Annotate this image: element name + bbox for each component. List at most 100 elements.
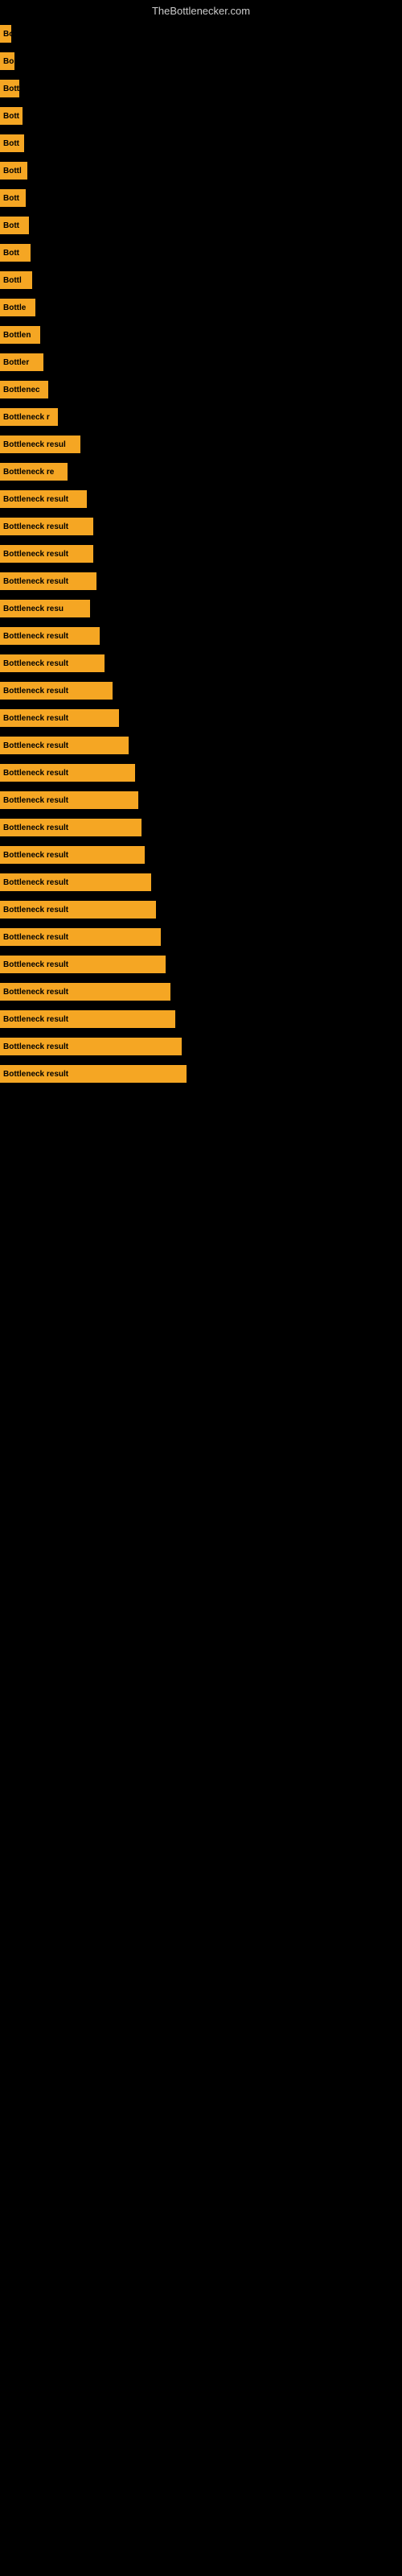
bar-7: Bott <box>0 217 29 234</box>
bar-item: Bottlenec <box>0 376 402 403</box>
bar-item: Bottleneck result <box>0 869 402 896</box>
bar-label-26: Bottleneck result <box>3 741 68 750</box>
bar-27: Bottleneck result <box>0 764 135 782</box>
bar-33: Bottleneck result <box>0 928 161 946</box>
bar-item: Bottleneck result <box>0 896 402 923</box>
bar-label-27: Bottleneck result <box>3 769 68 778</box>
bar-item: Bottleneck result <box>0 513 402 540</box>
bar-22: Bottleneck result <box>0 627 100 645</box>
bar-item: Bottleneck result <box>0 1005 402 1033</box>
bar-item: Bottleneck result <box>0 1060 402 1088</box>
bar-35: Bottleneck result <box>0 983 170 1001</box>
bar-item: Bott <box>0 184 402 212</box>
bar-31: Bottleneck result <box>0 873 151 891</box>
bar-label-10: Bottle <box>3 303 26 312</box>
bar-item: Bottlen <box>0 321 402 349</box>
bar-item: Bottleneck resu <box>0 595 402 622</box>
bar-9: Bottl <box>0 271 32 289</box>
bar-18: Bottleneck result <box>0 518 93 535</box>
bar-23: Bottleneck result <box>0 654 105 672</box>
bar-label-0: Bo <box>3 30 11 39</box>
bar-item: Bottleneck resul <box>0 431 402 458</box>
bar-label-14: Bottleneck r <box>3 413 50 422</box>
bar-item: Bottler <box>0 349 402 376</box>
bar-36: Bottleneck result <box>0 1010 175 1028</box>
bar-label-4: Bott <box>3 139 19 148</box>
bar-11: Bottlen <box>0 326 40 344</box>
bar-label-17: Bottleneck result <box>3 495 68 504</box>
bar-14: Bottleneck r <box>0 408 58 426</box>
bar-label-9: Bottl <box>3 276 22 285</box>
bar-item: Bo <box>0 20 402 47</box>
bar-label-33: Bottleneck result <box>3 933 68 942</box>
bar-label-19: Bottleneck result <box>3 550 68 559</box>
bar-label-38: Bottleneck result <box>3 1070 68 1079</box>
bar-item: Bottleneck result <box>0 759 402 786</box>
bar-item: Bottl <box>0 266 402 294</box>
bar-item: Bottl <box>0 157 402 184</box>
bar-label-7: Bott <box>3 221 19 230</box>
bar-30: Bottleneck result <box>0 846 145 864</box>
bar-item: Bottleneck result <box>0 540 402 568</box>
bar-item: Bottleneck re <box>0 458 402 485</box>
bar-item: Bott <box>0 239 402 266</box>
bar-item: Bottle <box>0 294 402 321</box>
bar-label-31: Bottleneck result <box>3 878 68 887</box>
bar-label-25: Bottleneck result <box>3 714 68 723</box>
bar-13: Bottlenec <box>0 381 48 398</box>
bar-21: Bottleneck resu <box>0 600 90 617</box>
bar-label-34: Bottleneck result <box>3 960 68 969</box>
bar-24: Bottleneck result <box>0 682 113 700</box>
bar-10: Bottle <box>0 299 35 316</box>
bar-label-18: Bottleneck result <box>3 522 68 531</box>
bar-item: Bottleneck r <box>0 403 402 431</box>
bar-label-6: Bott <box>3 194 19 203</box>
bar-item: Bottleneck result <box>0 568 402 595</box>
bar-16: Bottleneck re <box>0 463 68 481</box>
bar-label-20: Bottleneck result <box>3 577 68 586</box>
bar-label-24: Bottleneck result <box>3 687 68 696</box>
bar-label-8: Bott <box>3 249 19 258</box>
bar-item: Bottleneck result <box>0 622 402 650</box>
bar-label-29: Bottleneck result <box>3 824 68 832</box>
bar-34: Bottleneck result <box>0 956 166 973</box>
bars-container: Bo Bo Bott Bott Bott Bottl Bott Bott Bott Bottl Bo… <box>0 20 402 1088</box>
bar-item: Bottleneck result <box>0 951 402 978</box>
bar-item: Bottleneck result <box>0 704 402 732</box>
bar-label-37: Bottleneck result <box>3 1042 68 1051</box>
bar-6: Bott <box>0 189 26 207</box>
bar-label-28: Bottleneck result <box>3 796 68 805</box>
bar-item: Bottleneck result <box>0 814 402 841</box>
bar-item: Bottleneck result <box>0 786 402 814</box>
bar-label-30: Bottleneck result <box>3 851 68 860</box>
bar-item: Bottleneck result <box>0 485 402 513</box>
bar-item: Bottleneck result <box>0 650 402 677</box>
bar-4: Bott <box>0 134 24 152</box>
bar-1: Bo <box>0 52 14 70</box>
bar-38: Bottleneck result <box>0 1065 187 1083</box>
bar-17: Bottleneck result <box>0 490 87 508</box>
bar-label-1: Bo <box>3 57 14 66</box>
bar-label-23: Bottleneck result <box>3 659 68 668</box>
site-title: TheBottlenecker.com <box>0 0 402 20</box>
bar-28: Bottleneck result <box>0 791 138 809</box>
bar-item: Bott <box>0 130 402 157</box>
bar-label-36: Bottleneck result <box>3 1015 68 1024</box>
bar-label-12: Bottler <box>3 358 29 367</box>
bar-25: Bottleneck result <box>0 709 119 727</box>
bar-item: Bottleneck result <box>0 1033 402 1060</box>
bar-8: Bott <box>0 244 31 262</box>
bar-2: Bott <box>0 80 19 97</box>
bar-label-15: Bottleneck resul <box>3 440 66 449</box>
bar-0: Bo <box>0 25 11 43</box>
bar-37: Bottleneck result <box>0 1038 182 1055</box>
bar-label-22: Bottleneck result <box>3 632 68 641</box>
bar-label-3: Bott <box>3 112 19 121</box>
bar-label-32: Bottleneck result <box>3 906 68 914</box>
bar-15: Bottleneck resul <box>0 436 80 453</box>
bar-item: Bott <box>0 102 402 130</box>
bar-item: Bottleneck result <box>0 732 402 759</box>
bar-label-2: Bott <box>3 85 19 93</box>
bar-29: Bottleneck result <box>0 819 142 836</box>
bar-label-5: Bottl <box>3 167 22 175</box>
